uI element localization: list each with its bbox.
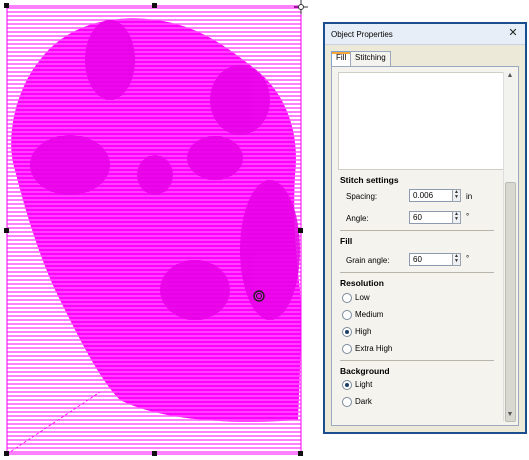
spacing-unit: in <box>466 192 473 201</box>
divider <box>340 230 494 231</box>
handle-bottom-left[interactable] <box>4 451 9 456</box>
angle-input[interactable]: 60 <box>409 211 453 224</box>
spin-down-icon[interactable]: ▼ <box>453 259 460 264</box>
radio-label: Dark <box>355 397 372 406</box>
spacing-label: Spacing: <box>346 192 378 201</box>
handle-bottom-right[interactable] <box>298 451 303 456</box>
spacing-input[interactable]: 0.006 <box>409 189 453 202</box>
divider <box>340 360 494 361</box>
panel-body: Object Properties ✕ Fill Stitching ▲ ▼ S… <box>325 24 525 432</box>
spin-down-icon[interactable]: ▼ <box>453 195 460 200</box>
tab-content: ▲ ▼ Stitch settings Spacing: 0.006 ▲ ▼ i… <box>331 66 519 426</box>
radio-button[interactable] <box>342 327 352 337</box>
angle-guide <box>6 391 101 455</box>
embroidery-canvas[interactable] <box>0 0 318 460</box>
grain-angle-label: Grain angle: <box>346 256 390 265</box>
spin-down-icon[interactable]: ▼ <box>453 217 460 222</box>
close-icon[interactable]: ✕ <box>507 27 519 39</box>
handle-middle-left[interactable] <box>4 228 9 233</box>
handle-top-left[interactable] <box>4 3 9 8</box>
radio-label: High <box>355 327 372 336</box>
vertical-scrollbar[interactable]: ▲ ▼ <box>503 72 516 422</box>
scroll-thumb[interactable] <box>505 182 516 422</box>
resolution-title: Resolution <box>340 278 384 288</box>
background-title: Background <box>340 366 390 376</box>
radio-button[interactable] <box>342 310 352 320</box>
stitch-settings-title: Stitch settings <box>340 175 399 185</box>
radio-label: Medium <box>355 310 384 319</box>
radio-label: Extra High <box>355 344 393 353</box>
preview-area <box>338 72 506 170</box>
radio-button[interactable] <box>342 344 352 354</box>
radio-button[interactable] <box>342 293 352 303</box>
angle-label: Angle: <box>346 214 369 223</box>
fill-title: Fill <box>340 236 353 246</box>
radio-button[interactable] <box>342 397 352 407</box>
tab-fill[interactable]: Fill <box>331 51 352 67</box>
handle-top-middle[interactable] <box>152 3 157 8</box>
scroll-down-icon[interactable]: ▼ <box>504 411 516 421</box>
spacing-spinner[interactable]: ▲ ▼ <box>452 189 461 202</box>
panel-title: Object Properties <box>331 30 393 39</box>
grain-angle-unit: ° <box>466 254 470 263</box>
scroll-up-icon[interactable]: ▲ <box>504 72 516 82</box>
handle-middle-right[interactable] <box>298 228 303 233</box>
grain-angle-spinner[interactable]: ▲ ▼ <box>452 253 461 266</box>
panel-titlebar[interactable]: Object Properties ✕ <box>325 24 525 45</box>
radio-label: Light <box>355 380 373 389</box>
angle-unit: ° <box>466 212 470 221</box>
radio-label: Low <box>355 293 370 302</box>
radio-button[interactable] <box>342 380 352 390</box>
tab-stitching[interactable]: Stitching <box>350 51 391 67</box>
angle-spinner[interactable]: ▲ ▼ <box>452 211 461 224</box>
divider <box>340 272 494 273</box>
handle-bottom-middle[interactable] <box>152 451 157 456</box>
grain-angle-input[interactable]: 60 <box>409 253 453 266</box>
object-properties-panel: Object Properties ✕ Fill Stitching ▲ ▼ S… <box>323 22 527 434</box>
